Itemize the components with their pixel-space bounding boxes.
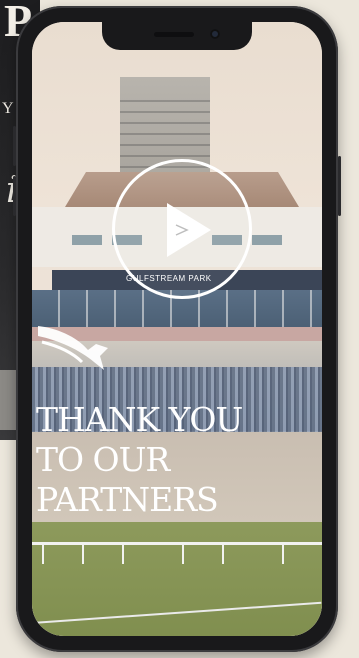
headline: THANK YOU TO OUR PARTNERS — [36, 400, 316, 520]
poster-fragment: Y — [2, 100, 15, 117]
track-rail — [32, 542, 322, 545]
power-button — [338, 156, 341, 216]
notch — [102, 22, 252, 50]
front-camera — [210, 29, 220, 39]
horse-logo-icon — [38, 326, 108, 370]
play-button[interactable] — [112, 159, 252, 299]
brand-mark-icon — [175, 224, 189, 236]
rail-post — [42, 542, 44, 564]
headline-line-1: THANK YOU — [36, 400, 243, 439]
volume-button — [13, 126, 16, 166]
volume-button — [13, 176, 16, 216]
rail-post — [222, 542, 224, 564]
headline-line-3: PARTNERS — [36, 480, 219, 519]
phone-screen: GULFSTREAM PARK THANK YOU TO OUR PARTNER… — [32, 22, 322, 636]
speaker-grille — [154, 32, 194, 37]
rail-post — [82, 542, 84, 564]
rail-post — [182, 542, 184, 564]
rail-post — [122, 542, 124, 564]
rail-post — [282, 542, 284, 564]
headline-line-2: TO OUR — [36, 440, 170, 479]
phone-mockup: GULFSTREAM PARK THANK YOU TO OUR PARTNER… — [13, 6, 341, 652]
